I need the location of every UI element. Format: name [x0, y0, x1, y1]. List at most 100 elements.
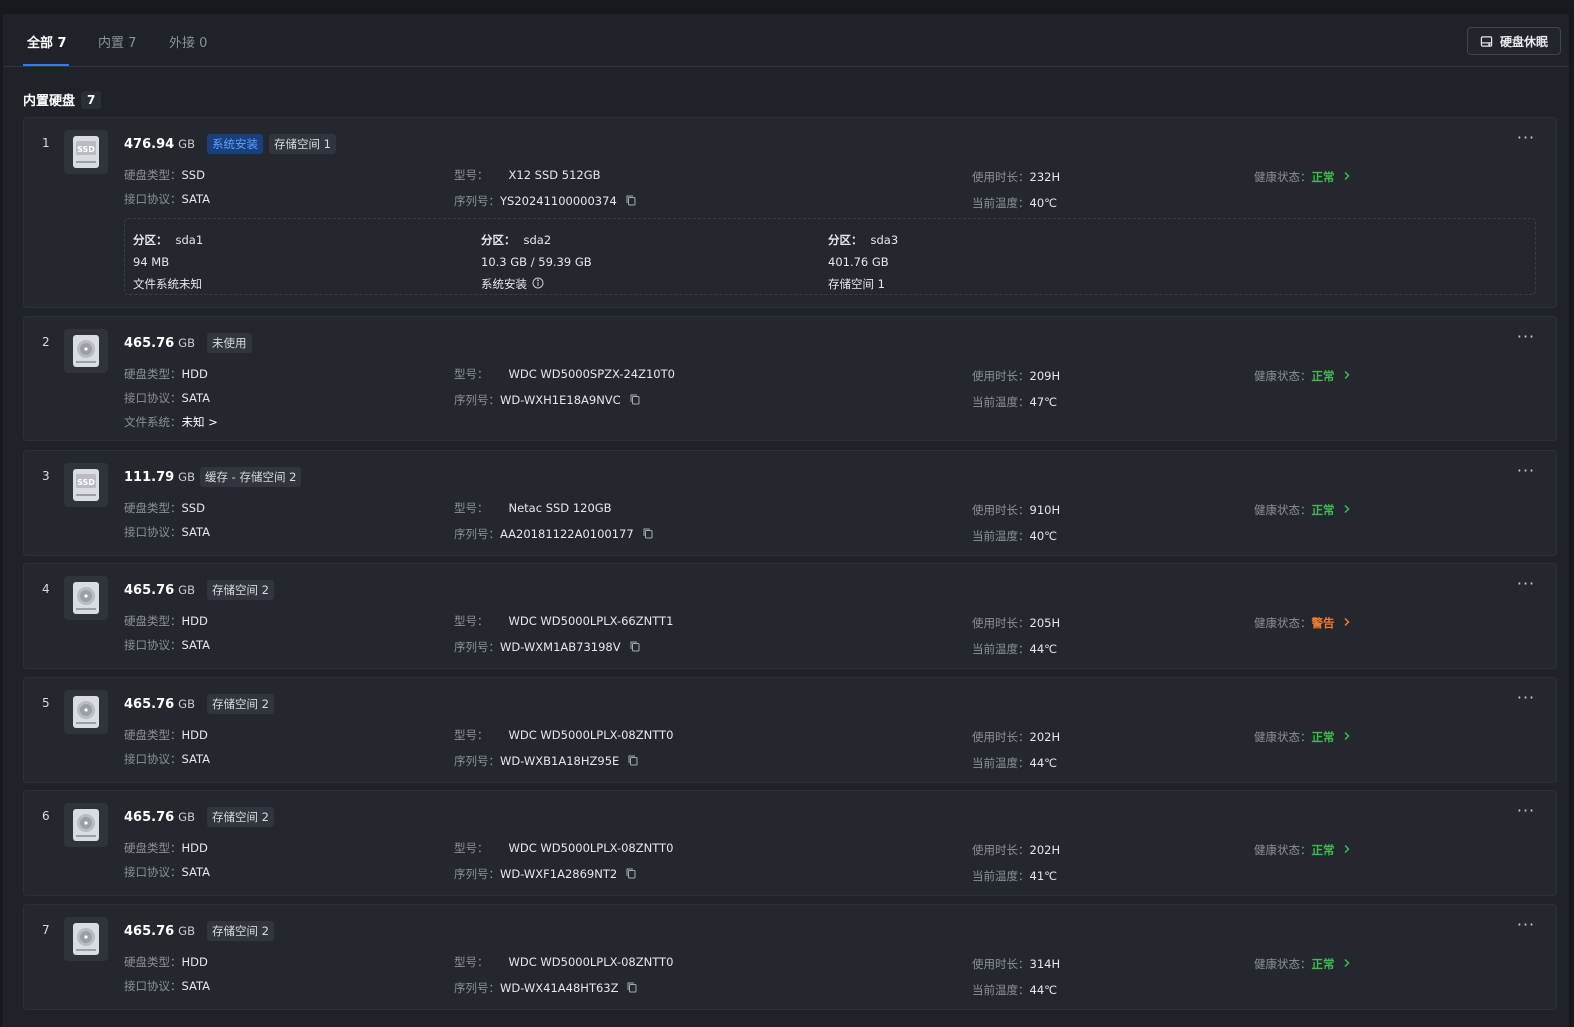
- model-label: 型号：: [454, 955, 489, 969]
- copy-icon[interactable]: [621, 640, 641, 655]
- disk-tags: 存储空间 2: [207, 694, 274, 714]
- disk-index: 3: [42, 469, 50, 483]
- usage-label: 使用时长：: [972, 957, 1030, 971]
- health-field[interactable]: 健康状态： 正常: [1254, 729, 1351, 745]
- health-field[interactable]: 健康状态： 正常: [1254, 169, 1351, 185]
- disk-type-field: 硬盘类型： HDD: [124, 840, 208, 856]
- health-status: 正常: [1311, 503, 1335, 517]
- chevron-right-icon[interactable]: [1343, 616, 1351, 630]
- serial-field: 序列号： YS20241100000374: [454, 193, 637, 209]
- health-field[interactable]: 健康状态： 正常: [1254, 956, 1351, 972]
- hdd-icon: [64, 329, 108, 373]
- interface-value: SATA: [181, 752, 211, 766]
- capacity-unit: GB: [178, 137, 195, 151]
- disk-tag: 存储空间 2: [207, 921, 274, 941]
- hdd-icon: [64, 917, 108, 961]
- usage-label: 使用时长：: [972, 170, 1030, 184]
- section-count-badge: 7: [81, 90, 102, 109]
- serial-value: WD-WX41A48HT63Z: [500, 981, 619, 995]
- more-options-icon[interactable]: ···: [1516, 917, 1536, 935]
- more-options-icon[interactable]: ···: [1516, 130, 1536, 148]
- usage-field: 使用时长： 209H: [972, 368, 1060, 384]
- model-label: 型号：: [454, 728, 489, 742]
- interface-field: 接口协议： SATA: [124, 524, 210, 540]
- disk-card: 5 465.76 GB 存储空间 2 ··· 硬盘类型： HDD 接口协议： SATA 型号： WD…: [23, 677, 1557, 783]
- usage-label: 使用时长：: [972, 843, 1030, 857]
- copy-icon[interactable]: [619, 754, 639, 769]
- disk-capacity: 111.79 GB: [124, 470, 195, 485]
- usage-value: 202H: [1029, 730, 1061, 744]
- capacity-unit: GB: [178, 924, 195, 938]
- partition-name: sda2: [523, 232, 552, 247]
- capacity-unit: GB: [178, 697, 195, 711]
- capacity-value: 476.94: [124, 137, 175, 152]
- model-field: 型号： WDC WD5000LPLX-66ZNTT1: [454, 613, 673, 629]
- disk-tag: 存储空间 2: [207, 694, 274, 714]
- more-options-icon[interactable]: ···: [1516, 463, 1536, 481]
- copy-icon[interactable]: [621, 393, 641, 408]
- filesystem-link[interactable]: 未知 >: [182, 414, 218, 430]
- usage-field: 使用时长： 202H: [972, 842, 1060, 858]
- disk-capacity: 465.76 GB: [124, 924, 195, 939]
- health-label: 健康状态：: [1254, 843, 1312, 857]
- interface-label: 接口协议：: [124, 391, 182, 405]
- info-icon[interactable]: [527, 277, 544, 292]
- more-options-icon[interactable]: ···: [1516, 576, 1536, 594]
- disk-type-label: 硬盘类型：: [124, 728, 182, 742]
- temperature-value: 40℃: [1029, 196, 1058, 210]
- interface-field: 接口协议： SATA: [124, 978, 210, 994]
- copy-icon[interactable]: [617, 867, 637, 882]
- model-value: Netac SSD 120GB: [508, 501, 612, 515]
- capacity-value: 465.76: [124, 924, 175, 939]
- chevron-right-icon[interactable]: [1343, 369, 1351, 383]
- chevron-right-icon[interactable]: [1343, 957, 1351, 971]
- tab-external[interactable]: 外接 0: [169, 32, 207, 51]
- disk-type-label: 硬盘类型：: [124, 614, 182, 628]
- chevron-right-icon[interactable]: [1343, 503, 1351, 517]
- disk-index: 6: [42, 809, 50, 823]
- health-field[interactable]: 健康状态： 警告: [1254, 615, 1351, 631]
- filesystem-label: 文件系统：: [124, 415, 182, 429]
- health-field[interactable]: 健康状态： 正常: [1254, 842, 1351, 858]
- model-field: 型号： WDC WD5000LPLX-08ZNTT0: [454, 727, 673, 743]
- disk-type-field: 硬盘类型： SSD: [124, 167, 205, 183]
- interface-value: SATA: [181, 979, 211, 993]
- disk-card: 6 465.76 GB 存储空间 2 ··· 硬盘类型： HDD 接口协议： SATA 型号： WD…: [23, 790, 1557, 896]
- copy-icon[interactable]: [634, 527, 654, 542]
- copy-icon[interactable]: [618, 981, 638, 996]
- tab-internal[interactable]: 内置 7: [98, 32, 136, 51]
- serial-label: 序列号：: [454, 194, 500, 208]
- health-status: 正常: [1311, 843, 1335, 857]
- interface-label: 接口协议：: [124, 525, 182, 539]
- more-options-icon[interactable]: ···: [1516, 690, 1536, 708]
- model-field: 型号： X12 SSD 512GB: [454, 167, 601, 183]
- model-value: X12 SSD 512GB: [508, 168, 601, 182]
- usage-value: 209H: [1029, 369, 1061, 383]
- more-options-icon[interactable]: ···: [1516, 803, 1536, 821]
- copy-icon[interactable]: [617, 194, 637, 209]
- serial-field: 序列号： WD-WXM1AB73198V: [454, 639, 641, 655]
- health-field[interactable]: 健康状态： 正常: [1254, 368, 1351, 384]
- model-label: 型号：: [454, 501, 489, 515]
- disk-type-value: HDD: [181, 367, 208, 381]
- partition-list: 分区： sda1 94 MB 文件系统未知 分区： sda2 10.3 GB / 59.39…: [124, 218, 1536, 295]
- health-field[interactable]: 健康状态： 正常: [1254, 502, 1351, 518]
- disk-sleep-button[interactable]: 硬盘休眠: [1466, 27, 1561, 55]
- active-tab-indicator: [23, 64, 69, 66]
- partition-item: 分区： sda1 94 MB 文件系统未知: [133, 229, 203, 295]
- serial-value: WD-WXF1A2869NT2: [500, 867, 618, 881]
- partition-name: sda3: [870, 232, 899, 247]
- model-value: WDC WD5000SPZX-24Z10T0: [508, 367, 675, 381]
- ssd-icon: SSD: [64, 130, 108, 174]
- chevron-right-icon[interactable]: [1343, 730, 1351, 744]
- disk-capacity: 465.76 GB: [124, 336, 195, 351]
- model-label: 型号：: [454, 168, 489, 182]
- disk-type-label: 硬盘类型：: [124, 841, 182, 855]
- disk-capacity: 465.76 GB: [124, 697, 195, 712]
- more-options-icon[interactable]: ···: [1516, 329, 1536, 347]
- partition-size: 401.76 GB: [828, 254, 889, 269]
- tab-all[interactable]: 全部 7: [27, 32, 67, 51]
- disk-card: 7 465.76 GB 存储空间 2 ··· 硬盘类型： HDD 接口协议： SATA 型号： WD…: [23, 904, 1557, 1010]
- chevron-right-icon[interactable]: [1343, 170, 1351, 184]
- chevron-right-icon[interactable]: [1343, 843, 1351, 857]
